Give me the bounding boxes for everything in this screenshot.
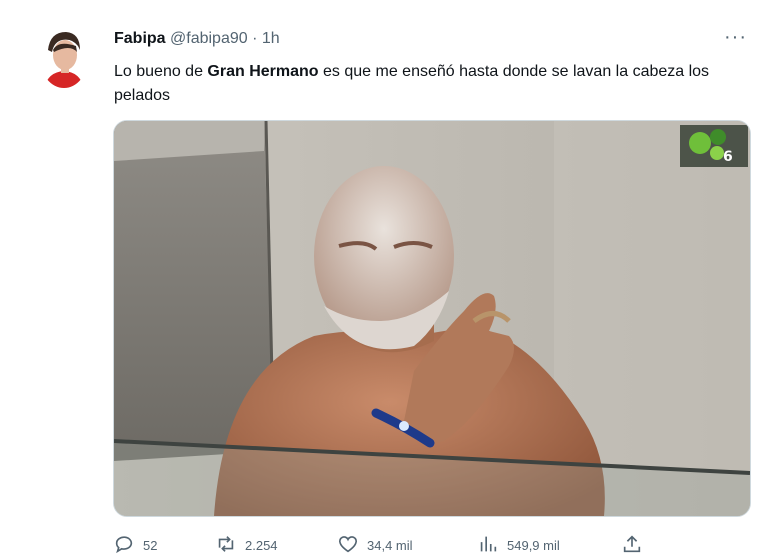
tweet-text: Lo bueno de Gran Hermano es que me enseñ… (114, 60, 734, 108)
retweet-count: 2.254 (245, 538, 278, 553)
tweet-media-image[interactable]: 6 (113, 120, 751, 517)
tweet-text-bold: Gran Hermano (207, 63, 319, 80)
timestamp[interactable]: 1h (262, 30, 280, 47)
reply-button[interactable]: 52 (113, 533, 157, 558)
avatar[interactable] (40, 28, 88, 88)
reply-icon (113, 533, 135, 558)
retweet-button[interactable]: 2.254 (215, 533, 278, 558)
tweet-actions: 52 2.254 34,4 mil 549,9 mil (113, 533, 749, 555)
like-icon (337, 533, 359, 558)
views-button[interactable]: 549,9 mil (477, 533, 560, 558)
like-button[interactable]: 34,4 mil (337, 533, 413, 558)
like-count: 34,4 mil (367, 538, 413, 553)
channel-badge: 6 (723, 149, 733, 165)
more-options-icon[interactable]: ··· (724, 26, 747, 49)
reply-count: 52 (143, 538, 158, 553)
retweet-icon (215, 533, 237, 558)
tweet-text-start: Lo bueno de (114, 63, 208, 80)
views-count: 549,9 mil (507, 538, 560, 553)
tweet[interactable]: Fabipa @fabipa90 · 1h ··· Lo bueno de Gr… (0, 0, 767, 559)
shower-photo: 6 (114, 121, 750, 516)
share-icon (621, 533, 643, 558)
share-button[interactable] (621, 533, 643, 558)
author-name[interactable]: Fabipa (114, 30, 166, 47)
views-icon (477, 533, 499, 558)
separator: · (252, 30, 258, 47)
tweet-header: Fabipa @fabipa90 · 1h (114, 30, 280, 48)
author-handle[interactable]: @fabipa90 (170, 30, 248, 47)
